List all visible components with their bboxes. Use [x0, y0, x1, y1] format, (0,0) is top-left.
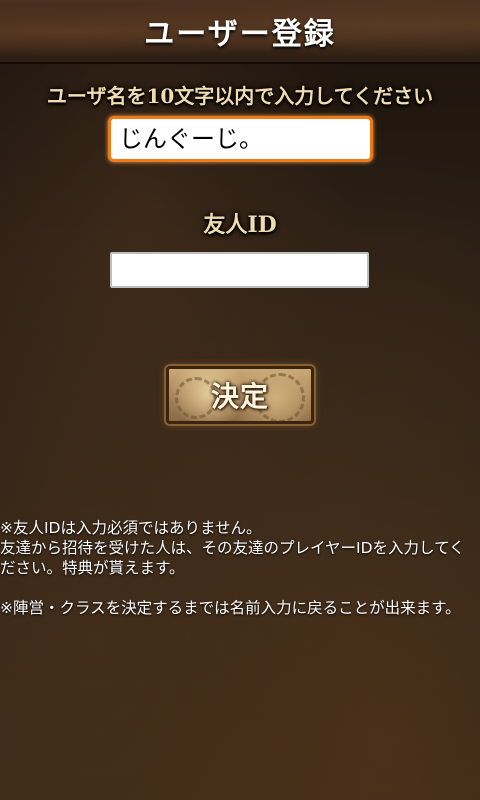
page-title: ユーザー登録 [144, 17, 336, 52]
friend-id-input[interactable] [110, 252, 369, 288]
app-header: ユーザー登録 [0, 0, 480, 64]
confirm-button[interactable]: 決定 [166, 366, 314, 424]
username-input[interactable]: じんぐーじ。 [108, 116, 373, 162]
note-name-reentry: ※陣営・クラスを決定するまでは名前入力に戻ることが出来ます。 [0, 599, 461, 617]
username-label: ユーザ名を10文字以内で入力してください [46, 84, 434, 108]
notes-section: ※友人IDは入力必須ではありません。 友達から招待を受けた人は、その友達のプレイ… [0, 518, 480, 618]
note-friend-invite: 友達から招待を受けた人は、その友達のプレイヤーIDを入力してください。特典が貰え… [0, 539, 465, 577]
confirm-button-label: 決定 [210, 380, 269, 413]
note-friend-id-optional: ※友人IDは入力必須ではありません。 [0, 519, 262, 537]
notes-spacer [0, 578, 480, 598]
friend-id-label: 友人ID [203, 212, 277, 238]
